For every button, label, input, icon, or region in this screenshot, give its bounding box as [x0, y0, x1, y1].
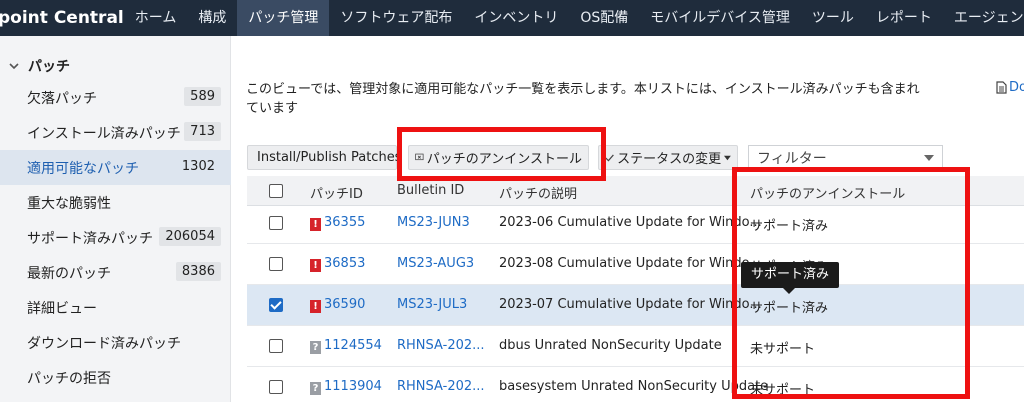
table-row[interactable]: ! 36355 MS23-JUN3 2023-06 Cumulative Upda…: [247, 203, 1024, 244]
check-icon: [605, 154, 614, 162]
row-checkbox[interactable]: [269, 339, 283, 353]
brand-title: point Central: [0, 8, 124, 28]
sidebar-item-count: 1302: [181, 159, 215, 174]
uninstall-icon: [415, 153, 424, 161]
nav-reports[interactable]: レポート: [865, 0, 943, 36]
bulletin-id-link[interactable]: MS23-AUG3: [397, 256, 474, 271]
bulletin-id-link[interactable]: RHNSA-202...: [397, 379, 485, 394]
table-row[interactable]: ? 1124554 RHNSA-202... dbus Unrated NonSe…: [247, 326, 1024, 367]
documentation-link[interactable]: Do: [996, 80, 1024, 95]
install-publish-button[interactable]: Install/Publish Patches: [247, 145, 401, 170]
sidebar-item-latest-patches[interactable]: 最新のパッチ 8386: [0, 255, 231, 290]
uninstall-patches-label: パッチのアンインストール: [426, 152, 582, 167]
bulletin-id-link[interactable]: MS23-JUN3: [397, 215, 470, 230]
sidebar-item-label: インストール済みパッチ: [27, 125, 181, 142]
chevron-down-icon: [924, 155, 934, 161]
nav-software-deploy[interactable]: ソフトウェア配布: [329, 0, 463, 36]
sidebar: パッチ 欠落パッチ 589 インストール済みパッチ 713 適用可能なパッチ 1…: [0, 36, 231, 402]
bulletin-id-link[interactable]: MS23-JUL3: [397, 297, 467, 312]
nav-inventory[interactable]: インベントリ: [463, 0, 569, 36]
critical-severity-icon: !: [310, 300, 321, 313]
uninstall-support: 未サポート: [750, 342, 816, 357]
column-header-uninstall[interactable]: パッチのアンインストール: [750, 183, 905, 202]
sidebar-item-count: 206054: [159, 227, 221, 246]
patch-description: dbus Unrated NonSecurity Update: [499, 338, 722, 353]
sidebar-item-detailed-view[interactable]: 詳細ビュー: [0, 290, 231, 325]
table-row[interactable]: ! 36590 MS23-JUL3 2023-07 Cumulative Upda…: [247, 285, 1024, 326]
column-header-description[interactable]: パッチの説明: [499, 183, 577, 202]
sidebar-item-count: 589: [184, 87, 221, 106]
uninstall-support: 未サポート: [750, 383, 816, 398]
patch-id-link[interactable]: 1124554: [324, 338, 382, 353]
support-tooltip: サポート済み: [741, 262, 840, 294]
column-header-bulletin-id[interactable]: Bulletin ID: [397, 183, 464, 198]
caret-down-icon: [724, 155, 731, 160]
uninstall-support: サポート済み: [750, 301, 829, 316]
uninstall-support: サポート済み: [750, 219, 829, 234]
sidebar-item-missing-patches[interactable]: 欠落パッチ 589: [0, 80, 231, 115]
bulletin-id-link[interactable]: RHNSA-202...: [397, 338, 485, 353]
row-checkbox[interactable]: [269, 298, 283, 312]
sidebar-item-label: ダウンロード済みパッチ: [27, 335, 181, 352]
critical-severity-icon: !: [310, 259, 321, 272]
table-row[interactable]: ! 36853 MS23-AUG3 2023-08 Cumulative Upda…: [247, 244, 1024, 285]
nav-mdm[interactable]: モバイルデバイス管理: [639, 0, 801, 36]
nav-patch-management[interactable]: パッチ管理: [237, 0, 330, 36]
patch-description: 2023-08 Cumulative Update for Windo...: [499, 256, 762, 271]
top-nav: point Central ホーム 構成 パッチ管理 ソフトウェア配布 インベン…: [0, 0, 1024, 36]
nav-home[interactable]: ホーム: [124, 0, 188, 36]
sidebar-item-label: 重大な脆弱性: [27, 195, 111, 212]
row-checkbox[interactable]: [269, 216, 283, 230]
patch-description: 2023-06 Cumulative Update for Windo...: [499, 215, 762, 230]
sidebar-item-installed-patches[interactable]: インストール済みパッチ 713: [0, 115, 231, 150]
unrated-severity-icon: ?: [310, 382, 321, 395]
row-checkbox[interactable]: [269, 380, 283, 394]
critical-severity-icon: !: [310, 218, 321, 231]
column-header-patch-id[interactable]: パッチID: [310, 183, 363, 202]
sidebar-section-label: パッチ: [28, 59, 70, 75]
sidebar-section-patch[interactable]: パッチ: [8, 56, 70, 76]
sidebar-item-applicable-patches[interactable]: 適用可能なパッチ 1302: [0, 150, 231, 185]
sidebar-item-count: 8386: [175, 262, 221, 281]
sidebar-item-label: パッチの拒否: [27, 370, 111, 387]
sidebar-item-declined-patches[interactable]: パッチの拒否: [0, 360, 231, 395]
sidebar-item-label: 詳細ビュー: [27, 300, 97, 317]
filter-placeholder: フィルター: [757, 150, 827, 167]
patch-description: 2023-07 Cumulative Update for Windo...: [499, 297, 762, 312]
row-checkbox[interactable]: [269, 257, 283, 271]
table-row[interactable]: ? 1113904 RHNSA-202... basesystem Unrated…: [247, 367, 1024, 402]
sidebar-item-label: 適用可能なパッチ: [27, 160, 139, 177]
patch-id-link[interactable]: 36355: [324, 215, 365, 230]
page-description: このビューでは、管理対象に適用可能なパッチ一覧を表示します。本リストには、インス…: [246, 82, 920, 116]
sidebar-item-supported-patches[interactable]: サポート済みパッチ 206054: [0, 220, 231, 255]
sidebar-item-downloaded-patches[interactable]: ダウンロード済みパッチ: [0, 325, 231, 360]
documentation-link-label: Do: [1009, 80, 1024, 95]
sidebar-item-count: 713: [184, 122, 221, 141]
unrated-severity-icon: ?: [310, 341, 321, 354]
sidebar-item-label: 最新のパッチ: [27, 265, 111, 282]
document-icon: [996, 81, 1007, 94]
sidebar-item-critical-vulnerabilities[interactable]: 重大な脆弱性: [0, 185, 231, 220]
nav-config[interactable]: 構成: [187, 0, 237, 36]
nav-os-deploy[interactable]: OS配備: [569, 0, 639, 36]
nav-agent[interactable]: エージェン: [943, 0, 1024, 36]
change-status-label: ステータスの変更: [617, 152, 722, 167]
sidebar-item-label: サポート済みパッチ: [27, 230, 153, 247]
change-status-button[interactable]: ステータスの変更: [598, 145, 738, 170]
patch-description: basesystem Unrated NonSecurity Update: [499, 379, 769, 394]
chevron-down-icon: [9, 63, 19, 70]
nav-tools[interactable]: ツール: [801, 0, 865, 36]
table-header: パッチID Bulletin ID パッチの説明 パッチのアンインストール: [247, 176, 1024, 206]
patch-id-link[interactable]: 36590: [324, 297, 365, 312]
filter-select[interactable]: フィルター: [748, 145, 943, 170]
install-publish-label: Install/Publish Patches: [257, 150, 402, 165]
uninstall-patches-button[interactable]: パッチのアンインストール: [408, 145, 589, 170]
select-all-checkbox[interactable]: [269, 184, 283, 198]
patch-id-link[interactable]: 1113904: [324, 379, 382, 394]
sidebar-item-label: 欠落パッチ: [27, 90, 97, 107]
patch-id-link[interactable]: 36853: [324, 256, 365, 271]
